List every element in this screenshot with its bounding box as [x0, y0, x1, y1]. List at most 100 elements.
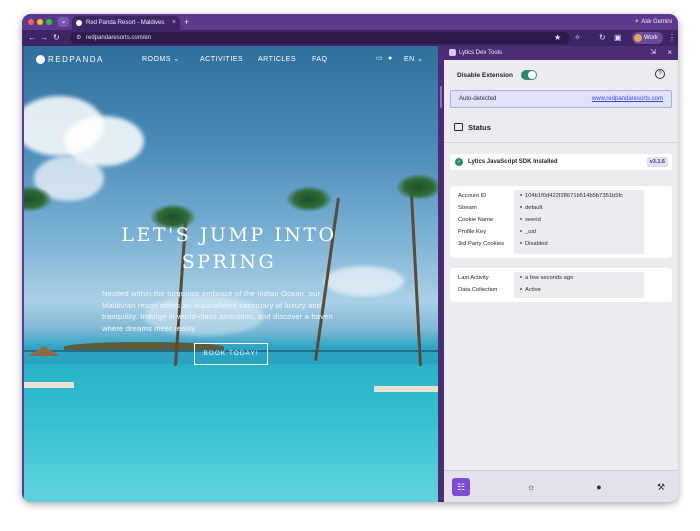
- nav-rooms[interactable]: ROOMS ⌄: [142, 55, 180, 65]
- browser-toolbar: ← → ↻ ⚙ redpandaresorts.com/en ★ ✧ ↻ ▣ W…: [22, 30, 678, 46]
- config-row: Profile Key _uid: [450, 226, 672, 238]
- side-panel-icon[interactable]: ▣: [614, 32, 622, 44]
- config-value: seerid: [520, 214, 541, 226]
- hero-title: LET'S JUMP INTO SPRING: [121, 224, 337, 273]
- panel-footer-nav: ☷ ☼ ● ⚒: [444, 470, 678, 502]
- sdk-status-text: Lytics JavaScript SDK Installed: [468, 159, 558, 165]
- browser-window: ⌄ Red Panda Resort - Maldives × + ✦ Ask G…: [22, 14, 678, 502]
- config-row: Account ID 104b1f0d422f28671b514b5b7351b…: [450, 190, 672, 202]
- sdk-version-badge: v3.1.6: [646, 157, 668, 167]
- ask-gemini-button[interactable]: ✦ Ask Gemini: [634, 17, 672, 27]
- tab-active[interactable]: Red Panda Resort - Maldives ×: [72, 16, 180, 30]
- language-selector[interactable]: EN ⌄: [404, 55, 424, 65]
- pin-icon[interactable]: ⇲: [650, 46, 656, 60]
- auto-detected-label: Auto-detected: [459, 96, 497, 102]
- config-value: default: [520, 202, 542, 214]
- config-card: Account ID 104b1f0d422f28671b514b5b7351b…: [450, 186, 672, 258]
- reload-icon[interactable]: ↻: [53, 32, 60, 44]
- config-row: Stream default: [450, 202, 672, 214]
- sdk-status-card: ✓ Lytics JavaScript SDK Installed v3.1.6: [450, 154, 672, 170]
- status-icon: [454, 123, 463, 131]
- debug-tab-icon[interactable]: ☼: [522, 478, 540, 496]
- address-bar[interactable]: ⚙ redpandaresorts.com/en: [70, 32, 570, 44]
- refresh-extension-icon[interactable]: ↻: [599, 32, 606, 44]
- activity-row: Data Collection Active: [450, 284, 672, 296]
- profile-button[interactable]: Work: [632, 32, 663, 44]
- profile-tab-icon[interactable]: ●: [590, 478, 608, 496]
- lytics-devtools-panel: Lytics Dev Tools ⇲ × Disable Extension ?…: [444, 46, 678, 502]
- profile-label: Work: [644, 35, 658, 41]
- dashboard-tab-icon[interactable]: ☷: [452, 478, 470, 496]
- config-key: 3rd Party Cookies: [458, 241, 505, 247]
- pool-deck: [374, 386, 438, 392]
- panel-body: Disable Extension ? Auto-detected www.re…: [444, 60, 678, 470]
- divider: [444, 142, 678, 143]
- auto-detected-banner: Auto-detected www.redpandaresorts.com: [450, 90, 672, 108]
- site-navbar: REDPANDA ROOMS ⌄ ACTIVITIES ARTICLES FAQ…: [24, 46, 438, 74]
- tab-search-button[interactable]: ⌄: [58, 17, 69, 27]
- check-circle-icon: ✓: [455, 158, 463, 166]
- pool-deck: [24, 382, 74, 388]
- tab-strip: ⌄ Red Panda Resort - Maldives × + ✦ Ask G…: [22, 14, 678, 30]
- toggle-knob: [528, 71, 536, 79]
- nav-activities[interactable]: ACTIVITIES: [200, 55, 243, 65]
- new-tab-button[interactable]: +: [184, 16, 189, 28]
- activity-card: Last Activity a few seconds ago Data Col…: [450, 268, 672, 302]
- extension-puzzle-icon[interactable]: ✧: [574, 32, 581, 44]
- tools-tab-icon[interactable]: ⚒: [652, 478, 670, 496]
- infinity-pool: [24, 364, 438, 502]
- tab-close-icon[interactable]: ×: [172, 16, 176, 30]
- more-menu-icon[interactable]: ⋮: [668, 32, 676, 44]
- disable-extension-toggle[interactable]: [521, 70, 537, 80]
- hero-description: Nestled within the turquoise embrace of …: [102, 289, 333, 333]
- palm-tree: [409, 186, 422, 367]
- forward-arrow-icon[interactable]: →: [40, 32, 48, 44]
- logo-text: REDPANDA: [48, 55, 104, 64]
- tab-title: Red Panda Resort - Maldives: [86, 20, 165, 26]
- panel-title: Lytics Dev Tools: [459, 50, 503, 56]
- resize-grip[interactable]: [440, 86, 442, 108]
- website-viewport: REDPANDA ROOMS ⌄ ACTIVITIES ARTICLES FAQ…: [24, 46, 438, 502]
- activity-key: Last Activity: [458, 275, 489, 281]
- config-key: Account ID: [458, 193, 487, 199]
- auto-detected-link[interactable]: www.redpandaresorts.com: [592, 91, 663, 108]
- site-info-icon[interactable]: ⚙: [76, 32, 81, 44]
- config-key: Profile Key: [458, 229, 487, 235]
- ask-gemini-label: Ask Gemini: [641, 19, 672, 25]
- help-icon[interactable]: ●: [388, 54, 392, 64]
- sparkle-icon: ✦: [634, 19, 640, 25]
- config-key: Stream: [458, 205, 477, 211]
- nav-articles[interactable]: ARTICLES: [258, 55, 296, 65]
- extension-toggle-row: Disable Extension ?: [453, 68, 669, 84]
- config-value: 104b1f0d422f28671b514b5b7351b5fc: [520, 190, 623, 202]
- site-logo[interactable]: REDPANDA: [36, 55, 104, 65]
- config-row: 3rd Party Cookies Disabled: [450, 238, 672, 250]
- palm-leaves: [396, 174, 438, 200]
- maximize-window-button[interactable]: [46, 19, 52, 25]
- activity-row: Last Activity a few seconds ago: [450, 272, 672, 284]
- chat-icon[interactable]: ▭: [376, 54, 383, 64]
- back-arrow-icon[interactable]: ←: [28, 32, 36, 44]
- minimize-window-button[interactable]: [37, 19, 43, 25]
- panda-logo-icon: [36, 55, 45, 64]
- avatar: [634, 34, 642, 42]
- book-today-button[interactable]: BOOK TODAY!: [194, 343, 268, 365]
- config-value: _uid: [520, 226, 536, 238]
- palm-leaves: [286, 186, 332, 212]
- status-heading: Status: [454, 122, 654, 134]
- close-window-button[interactable]: [28, 19, 34, 25]
- config-key: Cookie Name: [458, 217, 494, 223]
- url-text: redpandaresorts.com/en: [86, 35, 152, 41]
- panel-header: Lytics Dev Tools ⇲ ×: [444, 46, 678, 60]
- bookmark-star-icon[interactable]: ★: [554, 32, 561, 44]
- activity-key: Data Collection: [458, 287, 498, 293]
- help-icon[interactable]: ?: [655, 69, 665, 79]
- status-heading-text: Status: [468, 123, 491, 132]
- config-value: Disabled: [520, 238, 548, 250]
- lytics-logo-icon: [449, 49, 456, 56]
- activity-value: Active: [520, 284, 541, 296]
- extension-toggle-label: Disable Extension: [457, 72, 513, 79]
- config-row: Cookie Name seerid: [450, 214, 672, 226]
- close-panel-icon[interactable]: ×: [667, 46, 672, 60]
- nav-faq[interactable]: FAQ: [312, 55, 328, 65]
